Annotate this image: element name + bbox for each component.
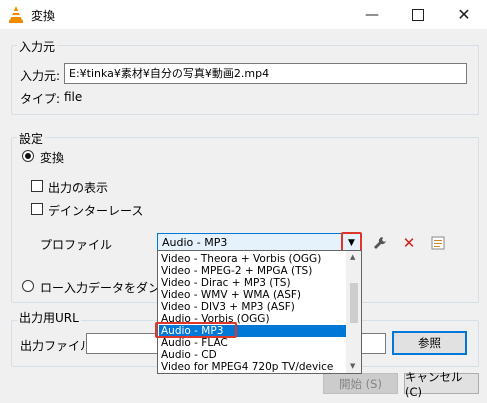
dump-raw-label: ロー入力データをダンプ	[40, 281, 172, 295]
wrench-icon	[374, 237, 386, 249]
source-input[interactable]: E:¥tinka¥素材¥自分の写真¥動画2.mp4	[64, 63, 467, 84]
deinterlace-checkbox[interactable]	[31, 203, 43, 215]
window-title: 変換	[31, 9, 56, 23]
cancel-button[interactable]: キャンセル (C)	[404, 370, 479, 399]
profile-option[interactable]: Video - MPEG-2 + MPGA (TS)	[161, 265, 346, 277]
source-group-label: 入力元	[17, 38, 58, 55]
profile-option[interactable]: Audio - CD	[161, 349, 346, 361]
profile-label: プロファイル	[40, 238, 113, 252]
browse-button[interactable]: 参照	[392, 331, 467, 355]
selected-option-highlight	[155, 322, 237, 338]
maximize-button[interactable]	[395, 0, 441, 29]
deinterlace-label: デインターレース	[48, 204, 144, 218]
destination-group-label: 出力用URL	[17, 309, 81, 326]
vlc-cone-icon	[9, 6, 23, 23]
scroll-thumb[interactable]	[350, 283, 358, 323]
profile-option[interactable]: Video - Dirac + MP3 (TS)	[161, 277, 346, 289]
profile-option[interactable]: Video - DIV3 + MP3 (ASF)	[161, 301, 346, 313]
profile-dropdown-list: Video - Theora + Vorbis (OGG) Video - MP…	[157, 250, 362, 374]
scroll-down-icon[interactable]: ▼	[350, 362, 355, 370]
delete-icon: ✕	[402, 234, 416, 252]
scroll-up-icon[interactable]: ▲	[350, 253, 355, 261]
edit-profile-button[interactable]	[369, 233, 391, 253]
profile-option[interactable]: Video - Theora + Vorbis (OGG)	[161, 253, 346, 265]
close-icon: ✕	[457, 5, 471, 24]
show-output-label: 出力の表示	[48, 181, 109, 195]
show-output-checkbox[interactable]	[31, 180, 43, 192]
convert-label: 変換	[40, 151, 65, 165]
settings-group-label: 設定	[17, 130, 46, 147]
minimize-button[interactable]: —	[349, 0, 395, 29]
profile-option[interactable]: Video - WMV + WMA (ASF)	[161, 289, 346, 301]
new-profile-icon	[431, 236, 445, 250]
maximize-icon	[412, 8, 424, 21]
convert-radio[interactable]	[22, 150, 34, 162]
dump-raw-radio[interactable]	[22, 280, 34, 292]
start-button[interactable]: 開始 (S)	[323, 373, 398, 394]
type-label: タイプ:	[20, 92, 61, 106]
type-value: file	[64, 90, 83, 104]
profile-selected-value: Audio - MP3	[162, 236, 228, 249]
profile-option[interactable]: Audio - FLAC	[161, 337, 346, 349]
minimize-icon: —	[365, 6, 379, 23]
profile-option[interactable]: Video for MPEG4 720p TV/device	[161, 361, 346, 373]
delete-profile-button[interactable]: ✕	[398, 233, 420, 253]
dropdown-scrollbar[interactable]: ▲ ▼	[346, 251, 361, 373]
new-profile-button[interactable]	[427, 233, 449, 253]
source-label: 入力元:	[20, 69, 61, 83]
close-button[interactable]: ✕	[441, 0, 487, 29]
chevron-down-icon: ▼	[348, 238, 355, 248]
title-bar: 変換 — ✕	[0, 0, 487, 29]
output-file-label: 出力ファイル:	[20, 339, 97, 353]
